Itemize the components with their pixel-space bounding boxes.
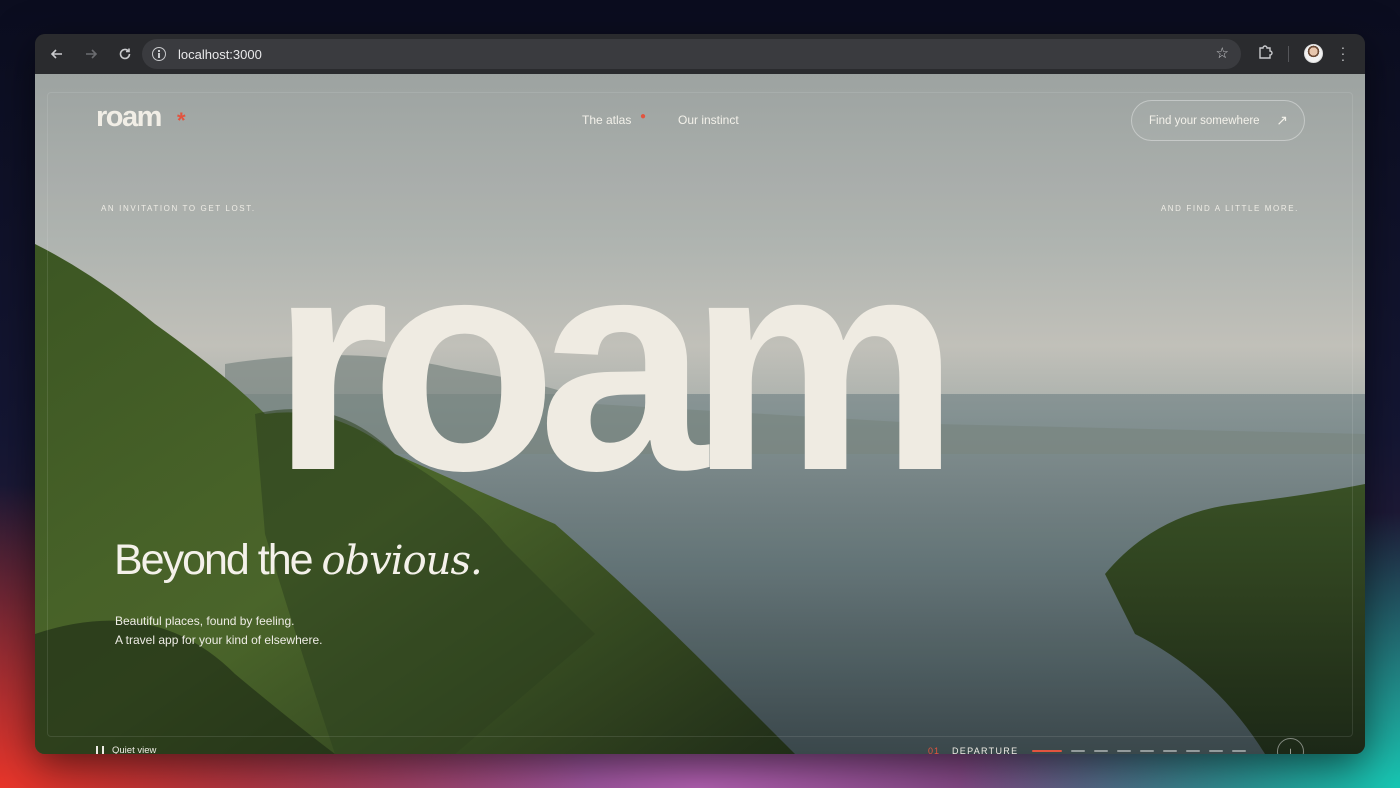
back-button[interactable] [41, 38, 73, 70]
progress-segment[interactable] [1094, 750, 1108, 752]
hero-subline-1: Beautiful places, found by feeling. [115, 614, 295, 628]
nav-active-dot-icon: ● [640, 111, 647, 122]
site-info-icon[interactable] [152, 47, 166, 61]
arrow-up-right-icon: ↗ [1276, 112, 1288, 128]
progress-segment[interactable] [1186, 750, 1200, 752]
page-viewport: roam * The atlas ● Our instinct Find you… [35, 74, 1365, 754]
browser-menu-icon[interactable]: · · · [1338, 40, 1348, 66]
browser-window: localhost:3000 ☆ · · · roam * The atlas … [35, 34, 1365, 754]
headline-emphasis: obvious. [321, 538, 483, 584]
headline-start: Beyond the [114, 536, 322, 584]
extensions-puzzle-icon[interactable] [1257, 44, 1273, 60]
profile-avatar[interactable] [1304, 44, 1323, 63]
step-label: DEPARTURE [952, 746, 1019, 754]
progress-segment[interactable] [1071, 750, 1085, 752]
quiet-view-toggle[interactable]: Quiet view [96, 745, 156, 754]
step-progress [1032, 750, 1255, 752]
browser-toolbar: localhost:3000 ☆ · · · [35, 34, 1365, 74]
arrow-left-icon [50, 49, 62, 59]
toolbar-divider [1288, 46, 1289, 62]
hero-wordmark: roam [271, 193, 960, 534]
quiet-view-label: Quiet view [112, 745, 157, 754]
arrow-right-icon [86, 49, 98, 59]
step-number: 01 [928, 746, 941, 754]
nav-link-atlas[interactable]: The atlas [582, 113, 631, 127]
hero-headline: Beyond the obvious. [114, 536, 483, 585]
find-somewhere-button[interactable]: Find your somewhere ↗ [1131, 100, 1305, 141]
progress-segment[interactable] [1117, 750, 1131, 752]
address-bar[interactable]: localhost:3000 ☆ [142, 39, 1241, 69]
site-logo[interactable]: roam [96, 101, 162, 134]
progress-segment-active[interactable] [1032, 750, 1062, 752]
url-text[interactable]: localhost:3000 [178, 47, 262, 62]
kicker-left: AN INVITATION TO GET LOST. [101, 204, 256, 213]
logo-asterisk-icon: * [177, 108, 186, 133]
progress-segment[interactable] [1140, 750, 1154, 752]
pause-icon [96, 745, 104, 754]
cta-label: Find your somewhere [1149, 114, 1260, 127]
progress-segment[interactable] [1163, 750, 1177, 752]
reload-icon [119, 48, 131, 60]
nav-link-instinct[interactable]: Our instinct [678, 113, 739, 127]
arrow-down-icon: ↓ [1287, 744, 1294, 754]
hero-subline-2: A travel app for your kind of elsewhere. [115, 633, 323, 647]
reload-button[interactable] [109, 38, 141, 70]
kicker-right: AND FIND A LITTLE MORE. [1160, 204, 1299, 213]
progress-segment[interactable] [1209, 750, 1223, 752]
progress-segment[interactable] [1232, 750, 1246, 752]
bookmark-star-icon[interactable]: ☆ [1216, 44, 1229, 62]
forward-button[interactable] [75, 38, 107, 70]
